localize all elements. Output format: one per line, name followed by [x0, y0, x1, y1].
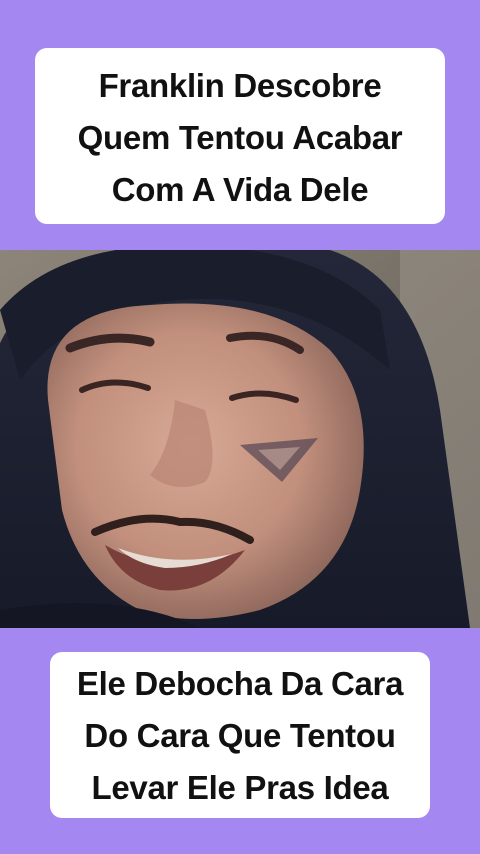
video-frame[interactable] [0, 250, 480, 628]
bottom-caption-line-2: Do Cara Que Tentou [84, 717, 396, 754]
top-caption-line-2: Quem Tentou Acabar [77, 119, 403, 156]
bottom-caption-line-1: Ele Debocha Da Cara [76, 665, 404, 702]
video-still [0, 250, 480, 628]
top-caption: Franklin Descobre Quem Tentou Acabar Com… [35, 48, 445, 224]
top-caption-line-1: Franklin Descobre [98, 67, 382, 104]
top-caption-line-3: Com A Vida Dele [111, 171, 369, 208]
bottom-caption: Ele Debocha Da Cara Do Cara Que Tentou L… [50, 652, 430, 818]
bottom-caption-line-3: Levar Ele Pras Idea [91, 769, 389, 806]
